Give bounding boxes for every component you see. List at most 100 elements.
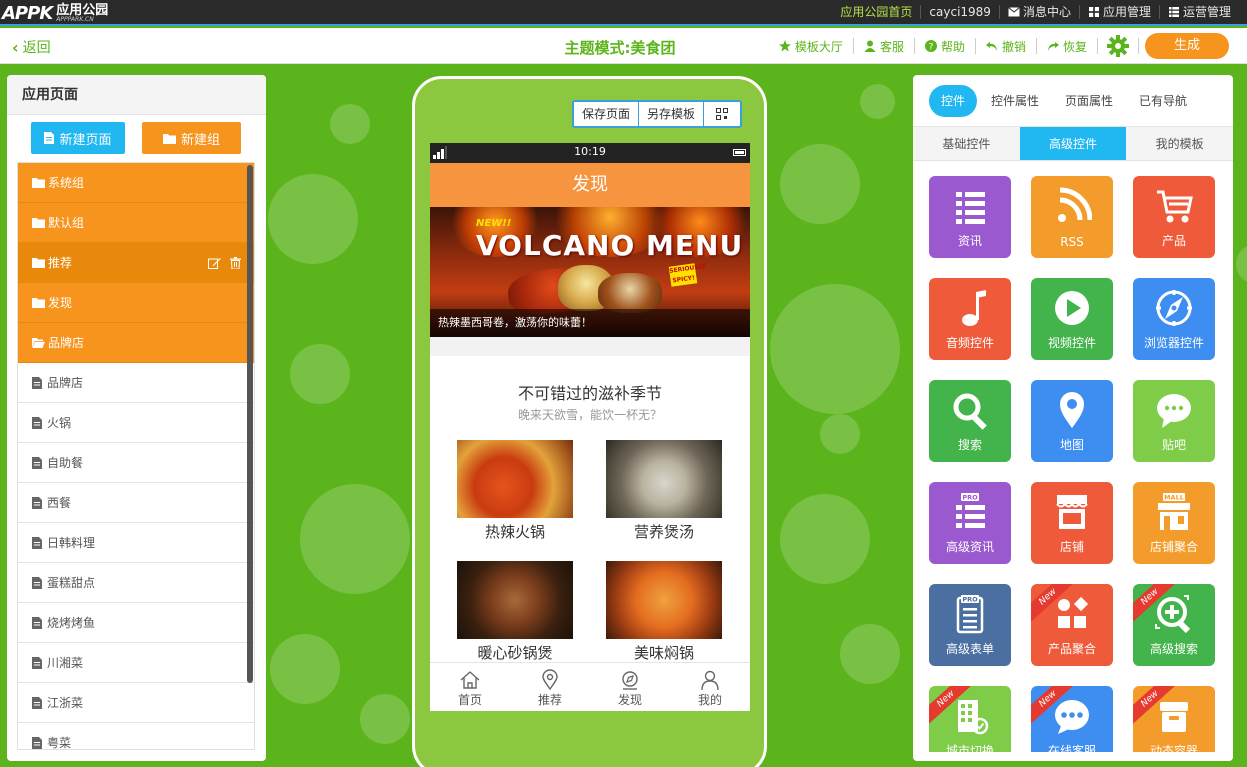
controls-panel: 控件 控件属性 页面属性 已有导航 基础控件 高级控件 我的模板 资讯 RSS 产品… <box>913 75 1233 761</box>
store-icon <box>1056 495 1088 529</box>
group-row[interactable]: 默认组 <box>18 203 254 243</box>
app-logo[interactable]: APPK 应用公园 APPPARK.CN <box>2 1 108 25</box>
new-group-button[interactable]: 新建组 <box>142 122 241 154</box>
control-tile[interactable]: 店铺 <box>1031 482 1113 564</box>
phone-screen: 10:19 发现 NEW!! VOLCANO MENU SERIOUSLY SP… <box>430 143 750 711</box>
page-list-scrollbar[interactable] <box>247 165 253 683</box>
building-icon <box>958 700 989 735</box>
page-row[interactable]: 西餐 <box>18 483 254 523</box>
food-label: 营养煲汤 <box>633 523 694 541</box>
page-row[interactable]: 品牌店 <box>18 363 254 403</box>
controls-tabs: 控件 控件属性 页面属性 已有导航 <box>913 75 1233 127</box>
tab-recommend[interactable]: 推荐 <box>510 663 590 711</box>
new-page-button[interactable]: 新建页面 <box>31 122 125 154</box>
top-nav-home[interactable]: 应用公园首页 <box>832 5 920 19</box>
group-row[interactable]: 系统组 <box>18 163 254 203</box>
qr-code-button[interactable] <box>704 102 740 126</box>
file-icon <box>32 616 42 629</box>
control-tile[interactable]: 浏览器控件 <box>1133 278 1215 360</box>
list-icon <box>956 192 985 224</box>
template-hall-button[interactable]: 模板大厅 <box>769 38 854 54</box>
tab-discover[interactable]: 发现 <box>590 663 670 711</box>
compass-icon <box>622 671 638 690</box>
section-title: 不可错过的滋补季节 <box>517 384 662 403</box>
page-row[interactable]: 烧烤烤鱼 <box>18 603 254 643</box>
control-tile[interactable]: 产品 <box>1133 176 1215 258</box>
page-row[interactable]: 粤菜 <box>18 723 254 749</box>
svg-text:PRO: PRO <box>962 494 978 502</box>
star-icon <box>778 40 791 52</box>
control-tile[interactable]: 视频控件 <box>1031 278 1113 360</box>
control-tile[interactable]: PRO 高级表单 <box>929 584 1011 666</box>
page-row[interactable]: 川湘菜 <box>18 643 254 683</box>
customer-service-label: 客服 <box>879 39 904 54</box>
food-label: 暖心砂锅煲 <box>477 644 553 662</box>
page-row[interactable]: 江浙菜 <box>18 683 254 723</box>
top-nav-ops-manage[interactable]: 运营管理 <box>1158 5 1239 19</box>
trash-icon[interactable] <box>229 257 242 269</box>
help-button[interactable]: ? 帮助 <box>915 38 976 54</box>
control-label: 店铺聚合 <box>1149 540 1198 554</box>
gear-icon[interactable] <box>1106 34 1130 58</box>
food-card[interactable]: 热辣火锅 <box>457 440 573 542</box>
group-row-active[interactable]: 推荐 <box>18 243 254 283</box>
tab-mine[interactable]: 我的 <box>670 663 750 711</box>
control-label: 搜索 <box>957 438 982 452</box>
top-nav-app-manage[interactable]: 应用管理 <box>1078 5 1159 19</box>
top-nav-messages[interactable]: 消息中心 <box>998 5 1079 19</box>
control-tile[interactable]: 高级搜索 New <box>1133 584 1215 666</box>
subtab-my-templates[interactable]: 我的模板 <box>1126 127 1233 160</box>
control-tile[interactable]: PRO 高级资讯 <box>929 482 1011 564</box>
food-card[interactable]: 美味焖锅 <box>606 561 722 663</box>
control-tile[interactable]: RSS <box>1031 176 1113 258</box>
control-tile[interactable]: 城市切换 New <box>929 686 1011 752</box>
page-row[interactable]: 自助餐 <box>18 443 254 483</box>
control-tile[interactable]: 在线客服 New <box>1031 686 1113 752</box>
group-row[interactable]: 发现 <box>18 283 254 323</box>
tab-existing-nav[interactable]: 已有导航 <box>1139 92 1187 109</box>
user-icon <box>864 40 876 52</box>
control-tile[interactable]: 动态容器 New <box>1133 686 1215 752</box>
section-subtitle: 晚来天欲雪，能饮一杯无？ <box>517 408 662 422</box>
promo-banner[interactable]: NEW!! VOLCANO MENU SERIOUSLY SPICY! 热辣墨西… <box>430 207 750 337</box>
tab-control-properties[interactable]: 控件属性 <box>991 92 1039 109</box>
control-tile[interactable]: 地图 <box>1031 380 1113 462</box>
edit-icon[interactable] <box>208 257 221 269</box>
tab-home[interactable]: 首页 <box>430 663 510 711</box>
control-tile[interactable]: 搜索 <box>929 380 1011 462</box>
tab-page-properties[interactable]: 页面属性 <box>1065 92 1113 109</box>
save-as-template-button[interactable]: 另存模板 <box>639 102 705 126</box>
control-label: 在线客服 <box>1047 744 1096 752</box>
generate-button[interactable]: 生成 <box>1145 33 1229 59</box>
control-tile[interactable]: 贴吧 <box>1133 380 1215 462</box>
subtab-basic[interactable]: 基础控件 <box>913 127 1020 160</box>
tab-controls[interactable]: 控件 <box>929 84 978 117</box>
page-row[interactable]: 蛋糕甜点 <box>18 563 254 603</box>
redo-button[interactable]: 恢复 <box>1037 38 1098 54</box>
control-tile[interactable]: 资讯 <box>929 176 1011 258</box>
back-button[interactable]: ‹ 返回 <box>12 37 51 57</box>
control-tile[interactable]: 产品聚合 New <box>1031 584 1113 666</box>
group-label: 推荐 <box>48 256 73 270</box>
cart-icon <box>1157 190 1193 223</box>
control-tile[interactable]: MALL 店铺聚合 <box>1133 482 1215 564</box>
food-card[interactable]: 暖心砂锅煲 <box>457 561 573 663</box>
food-image <box>606 440 722 518</box>
redo-icon <box>1047 42 1059 51</box>
folder-icon <box>32 298 45 308</box>
top-nav: 应用公园首页 cayci1989 消息中心 应用管理 运营管理 <box>832 0 1239 24</box>
control-label: 高级资讯 <box>945 540 994 554</box>
page-row[interactable]: 日韩料理 <box>18 523 254 563</box>
control-tile[interactable]: 音频控件 <box>929 278 1011 360</box>
group-row[interactable]: 品牌店 <box>18 323 254 363</box>
svg-text:MALL: MALL <box>1164 494 1184 502</box>
control-label: 店铺 <box>1059 540 1084 554</box>
qr-code-icon <box>716 108 729 120</box>
page-row[interactable]: 火锅 <box>18 403 254 443</box>
top-nav-username[interactable]: cayci1989 <box>920 5 999 19</box>
undo-button[interactable]: 撤销 <box>976 38 1037 54</box>
food-card[interactable]: 营养煲汤 <box>606 440 722 542</box>
save-page-button[interactable]: 保存页面 <box>574 102 640 126</box>
subtab-advanced[interactable]: 高级控件 <box>1019 127 1127 160</box>
customer-service-button[interactable]: 客服 <box>854 38 915 54</box>
